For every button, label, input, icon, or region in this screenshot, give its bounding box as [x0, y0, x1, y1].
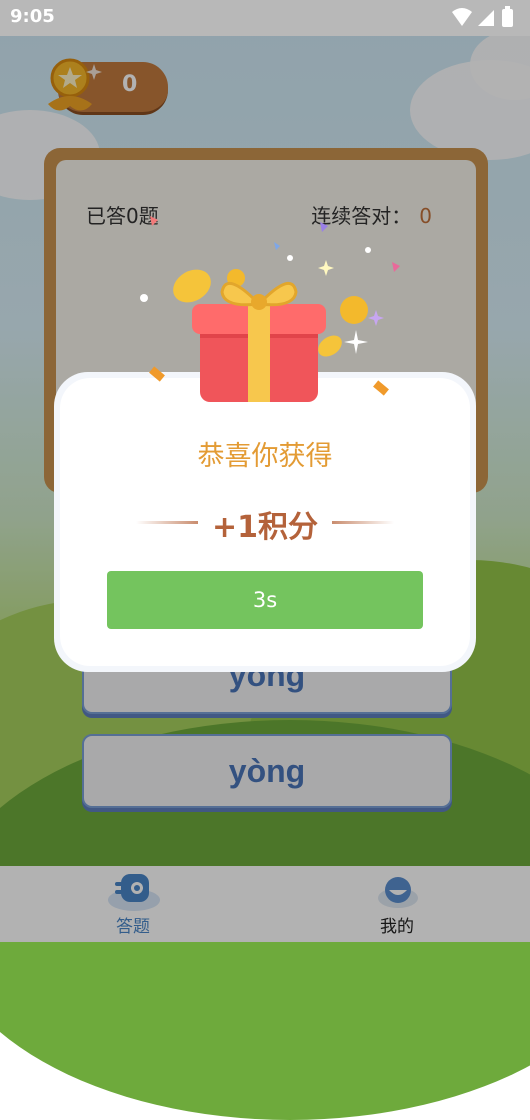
sparkle	[365, 247, 371, 253]
confetti-sparkles	[140, 216, 400, 402]
gift-ribbon	[248, 304, 270, 402]
sparkle	[140, 294, 148, 302]
status-icons	[452, 6, 513, 27]
countdown-button[interactable]: 3s	[107, 571, 423, 629]
confetti-piece	[373, 380, 389, 396]
coin-particle	[173, 269, 211, 303]
signal-icon	[478, 10, 494, 26]
sparkle	[318, 260, 334, 276]
sparkle	[287, 255, 293, 261]
coin-particle	[340, 296, 368, 324]
coin-particle	[318, 335, 342, 357]
status-bar: 9:05	[0, 0, 530, 36]
sparkle	[368, 310, 384, 326]
confetti-piece	[320, 222, 328, 232]
status-time: 9:05	[10, 6, 55, 27]
sparkle	[344, 330, 368, 354]
confetti-piece	[274, 242, 280, 250]
reward-title: 恭喜你获得	[197, 441, 333, 472]
confetti-piece	[149, 366, 165, 382]
gift-celebration	[130, 200, 410, 420]
confetti-piece	[392, 262, 400, 272]
reward-divider-right	[332, 521, 394, 524]
wifi-icon	[452, 8, 472, 26]
confetti-piece	[150, 216, 158, 226]
battery-icon	[502, 9, 513, 27]
reward-amount: +1积分	[211, 510, 318, 545]
